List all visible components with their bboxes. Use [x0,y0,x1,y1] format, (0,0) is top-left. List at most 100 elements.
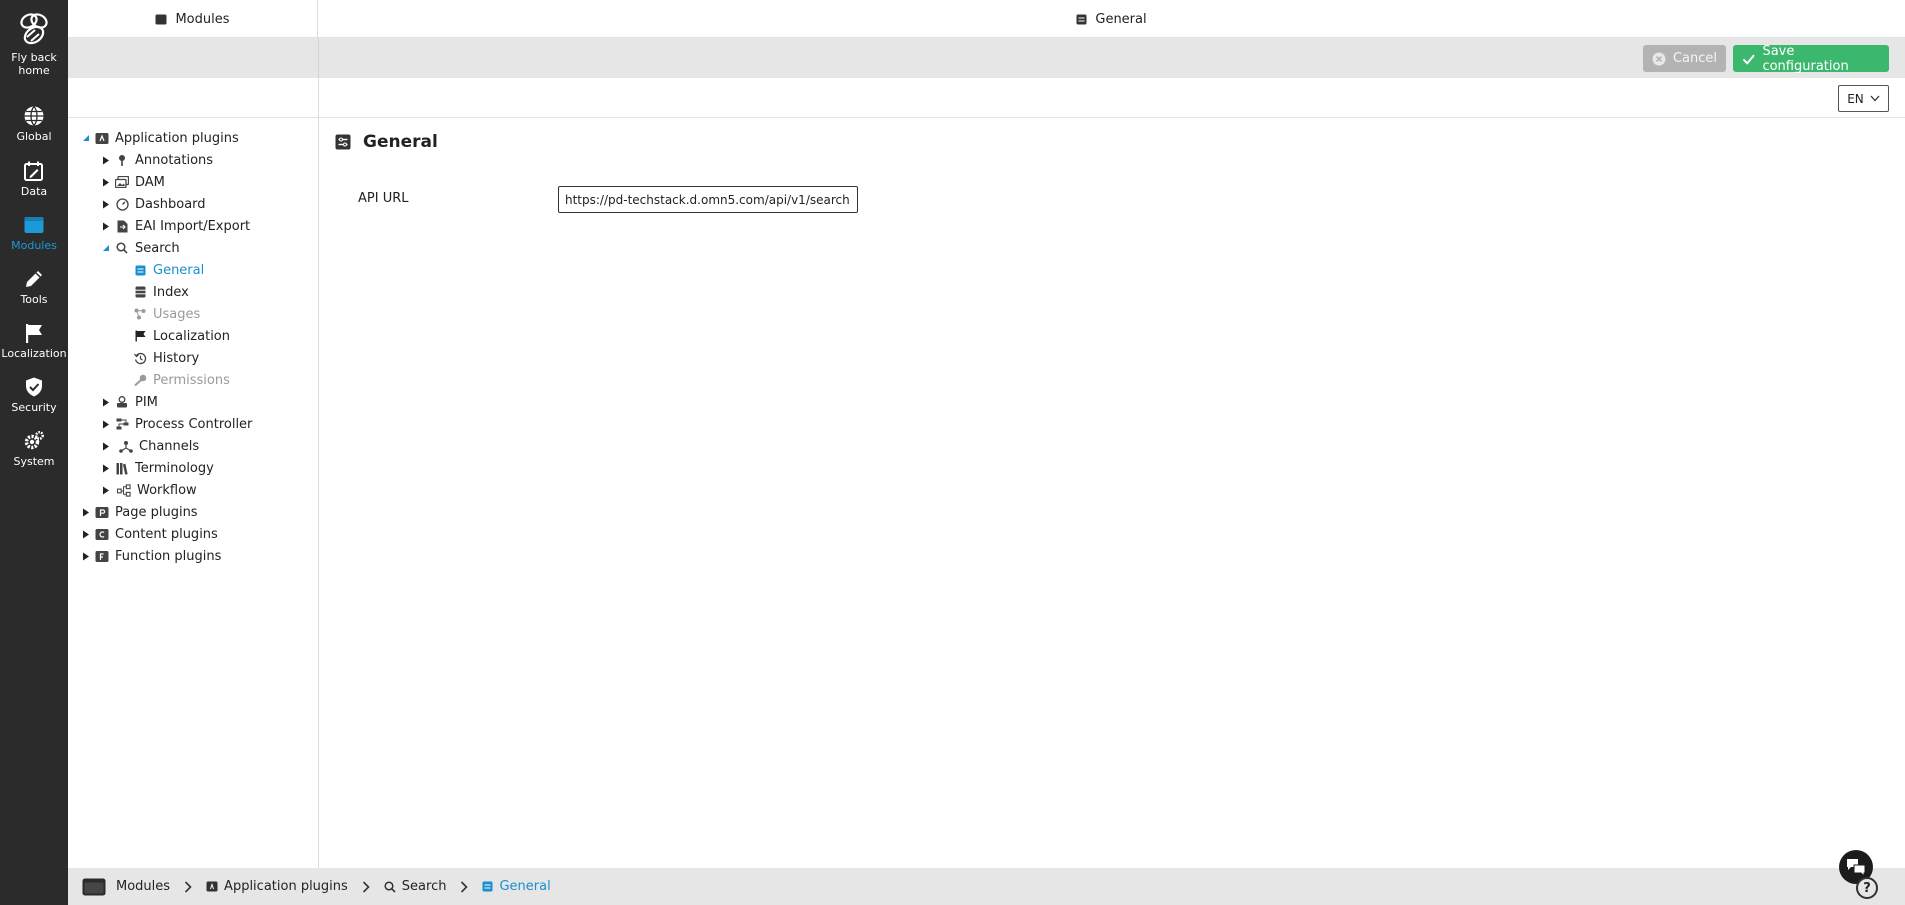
tree-item-permissions[interactable]: Permissions [133,370,230,390]
bee-icon [20,13,48,45]
nav-data[interactable]: Data [0,160,68,198]
nav-global[interactable]: Global [0,105,68,143]
nav-system[interactable]: System [0,430,68,468]
close-circle-icon [1652,52,1666,65]
caret-collapsed-icon[interactable] [101,199,111,209]
key-icon [133,373,147,387]
tree-item-eai-import-export[interactable]: EAI Import/Export [101,216,250,236]
caret-collapsed-icon[interactable] [101,419,111,429]
nav-security[interactable]: Security [0,376,68,414]
chevron-right-icon [184,880,192,893]
tree-item-application-plugins[interactable]: Application plugins [81,128,239,148]
tree-item-index[interactable]: Index [133,282,189,302]
plugin-folder-icon [95,131,109,145]
books-icon [115,461,129,475]
tree-item-workflow[interactable]: Workflow [101,480,197,500]
tree-item-annotations[interactable]: Annotations [101,150,213,170]
chevron-down-icon [1870,95,1880,102]
tree-item-general[interactable]: General [133,260,204,280]
workflow-icon [117,483,131,497]
nav-tools[interactable]: Tools [0,268,68,306]
help-button[interactable]: ? [1856,877,1878,899]
nav-label: Fly back home [11,51,57,77]
pencil-icon [26,271,42,287]
calendar-edit-icon [24,161,43,181]
plugin-folder-icon [95,549,109,563]
chevron-right-icon [460,880,469,893]
tree-item-function-plugins[interactable]: Function plugins [81,546,221,566]
tree-item-label: Dashboard [135,196,206,212]
plugin-folder-icon [95,505,109,519]
tree-item-pim[interactable]: PIM [101,392,158,412]
panel-title-modules: Modules [68,0,318,38]
globe-icon [24,106,44,126]
caret-collapsed-icon[interactable] [101,177,111,187]
page-title-bar: General [318,0,1905,38]
breadcrumb-item-general[interactable]: General [482,879,551,894]
module-tree: Application plugins Annotations DAM Dash… [68,118,319,868]
caret-expanded-icon[interactable] [81,133,91,143]
channels-icon [119,439,133,453]
caret-expanded-icon[interactable] [101,243,111,253]
nav-fly-back-home[interactable]: Fly back home [0,10,68,77]
section-title: General [363,132,438,152]
nav-modules[interactable]: Modules [0,214,68,252]
toolbar-divider [318,38,319,78]
tree-item-label: Function plugins [115,548,222,564]
save-configuration-button[interactable]: Save configuration [1733,43,1889,74]
caret-collapsed-icon[interactable] [101,155,111,165]
caret-collapsed-icon[interactable] [101,485,111,495]
nav-label: Global [16,130,52,143]
tree-item-label: Usages [153,306,201,322]
tree-item-label: History [153,350,200,366]
page-title: General [1095,11,1147,27]
save-label: Save configuration [1762,43,1849,74]
nav-label: Security [11,401,57,414]
breadcrumb-item-application-plugins[interactable]: Application plugins [206,879,348,894]
caret-collapsed-icon[interactable] [101,441,111,451]
top-header: Modules General [68,0,1905,38]
api-url-input[interactable] [558,186,858,213]
nav-label: Modules [11,239,57,252]
nav-label: Data [20,185,48,198]
nav-label: System [13,455,55,468]
settings-list-icon [1076,14,1087,24]
panel-title-label: Modules [175,11,230,27]
tree-item-label: Channels [139,438,200,454]
tree-item-process-controller[interactable]: Process Controller [101,414,252,434]
tree-item-dam[interactable]: DAM [101,172,165,192]
caret-collapsed-icon[interactable] [81,507,91,517]
file-transfer-icon [115,219,129,233]
breadcrumb-label: General [499,879,551,894]
tree-item-label: Workflow [137,482,197,498]
caret-collapsed-icon[interactable] [101,463,111,473]
tree-item-page-plugins[interactable]: Page plugins [81,502,198,522]
caret-collapsed-icon[interactable] [101,397,111,407]
tree-item-channels[interactable]: Channels [101,436,199,456]
tree-item-terminology[interactable]: Terminology [101,458,214,478]
cancel-button[interactable]: Cancel [1643,45,1726,72]
tree-item-content-plugins[interactable]: Content plugins [81,524,218,544]
tree-item-label: DAM [135,174,165,190]
window-icon [24,217,44,233]
breadcrumb-item-modules[interactable]: Modules [82,878,170,896]
tree-item-history[interactable]: History [133,348,199,368]
tree-item-label: Application plugins [115,130,239,146]
caret-collapsed-icon[interactable] [81,551,91,561]
tree-item-dashboard[interactable]: Dashboard [101,194,206,214]
caret-collapsed-icon[interactable] [101,221,111,231]
settings-list-icon [133,263,147,277]
tree-item-label: Permissions [153,372,230,388]
caret-collapsed-icon[interactable] [81,529,91,539]
language-select[interactable]: EN [1838,85,1889,112]
search-icon [384,880,396,893]
settings-list-icon [335,134,351,150]
tree-item-label: Index [153,284,189,300]
tree-item-usages[interactable]: Usages [133,304,200,324]
chevron-right-icon [362,880,370,893]
nav-localization[interactable]: Localization [0,322,68,360]
tree-item-localization[interactable]: Localization [133,326,230,346]
breadcrumb-item-search[interactable]: Search [384,879,446,894]
plugin-folder-icon [206,881,218,892]
tree-item-search[interactable]: Search [101,238,180,258]
